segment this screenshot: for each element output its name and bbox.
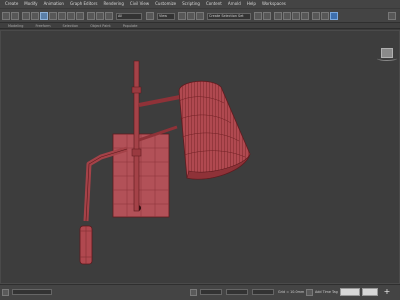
tab-selection[interactable]: Selection xyxy=(63,23,79,28)
select-move-icon[interactable] xyxy=(40,12,48,20)
ribbon-tabs: Modeling Freeform Selection Object Paint… xyxy=(0,23,400,29)
select-and-rotate-icon[interactable] xyxy=(96,12,104,20)
snap-icon[interactable] xyxy=(178,12,186,20)
redo-icon[interactable] xyxy=(11,12,19,20)
align-icon[interactable] xyxy=(263,12,271,20)
menu-workspaces[interactable]: Workspaces xyxy=(259,0,289,8)
menu-civil-view[interactable]: Civil View xyxy=(127,0,152,8)
menu-create[interactable]: Create xyxy=(2,0,21,8)
curve-editor-icon[interactable] xyxy=(283,12,291,20)
link-icon[interactable] xyxy=(22,12,30,20)
menu-customize[interactable]: Customize xyxy=(152,0,179,8)
main-toolbar: All View Create Selection Set xyxy=(0,8,400,23)
z-coordinate-field[interactable] xyxy=(252,289,274,295)
menu-animation[interactable]: Animation xyxy=(41,0,67,8)
angle-snap-icon[interactable] xyxy=(187,12,195,20)
menu-help[interactable]: Help xyxy=(244,0,259,8)
lock-selection-icon[interactable] xyxy=(190,289,197,296)
add-time-tag-label[interactable]: Add Time Tag xyxy=(315,288,338,297)
menu-scripting[interactable]: Scripting xyxy=(179,0,203,8)
lamp-handle xyxy=(79,225,93,265)
layer-explorer-icon[interactable] xyxy=(274,12,282,20)
named-selection-set-field[interactable]: Create Selection Set xyxy=(207,13,251,20)
rect-region-icon[interactable] xyxy=(67,12,75,20)
window-crossing-icon[interactable] xyxy=(76,12,84,20)
y-coordinate-field[interactable] xyxy=(226,289,248,295)
tab-modeling[interactable]: Modeling xyxy=(8,23,23,28)
menu-content[interactable]: Content xyxy=(203,0,225,8)
maxscript-listener-field[interactable] xyxy=(12,289,52,295)
menu-arnold[interactable]: Arnold xyxy=(225,0,244,8)
wall-lamp-model[interactable] xyxy=(1,31,399,283)
maxscript-icon[interactable] xyxy=(2,289,9,296)
key-filters-icon[interactable]: + xyxy=(383,288,391,296)
x-coordinate-field[interactable] xyxy=(200,289,222,295)
grid-readout: Grid = 10.0mm xyxy=(278,290,305,294)
pivot-icon[interactable] xyxy=(146,12,154,20)
undo-icon[interactable] xyxy=(2,12,10,20)
select-by-name-icon[interactable] xyxy=(58,12,66,20)
tab-freeform[interactable]: Freeform xyxy=(35,23,50,28)
lamp-arm xyxy=(138,95,181,142)
select-and-scale-icon[interactable] xyxy=(105,12,113,20)
menu-graph-editors[interactable]: Graph Editors xyxy=(67,0,100,8)
auto-key-button[interactable] xyxy=(340,288,360,296)
tab-object-paint[interactable]: Object Paint xyxy=(90,23,111,28)
lamp-backplate xyxy=(112,133,170,218)
selection-filter-dropdown[interactable]: All xyxy=(116,13,142,20)
unlink-icon[interactable] xyxy=(31,12,39,20)
time-tag-icon[interactable] xyxy=(306,289,313,296)
menu-bar: Create Modify Animation Graph Editors Re… xyxy=(0,0,400,8)
schematic-view-icon[interactable] xyxy=(292,12,300,20)
set-key-button[interactable] xyxy=(362,288,378,296)
toolbar-end-icon[interactable] xyxy=(388,12,396,20)
menu-rendering[interactable]: Rendering xyxy=(100,0,126,8)
render-production-icon[interactable] xyxy=(330,12,338,20)
rendered-frame-window-icon[interactable] xyxy=(321,12,329,20)
material-editor-icon[interactable] xyxy=(301,12,309,20)
lamp-shade xyxy=(178,80,251,180)
percent-snap-icon[interactable] xyxy=(196,12,204,20)
mirror-icon[interactable] xyxy=(254,12,262,20)
menu-modify[interactable]: Modify xyxy=(21,0,40,8)
reference-coord-dropdown[interactable]: View xyxy=(157,13,175,20)
select-and-move-icon[interactable] xyxy=(87,12,95,20)
status-bar: Grid = 10.0mm Add Time Tag + xyxy=(0,284,400,300)
render-setup-icon[interactable] xyxy=(312,12,320,20)
select-object-icon[interactable] xyxy=(49,12,57,20)
tab-populate[interactable]: Populate xyxy=(123,23,138,28)
perspective-viewport[interactable] xyxy=(0,30,400,284)
